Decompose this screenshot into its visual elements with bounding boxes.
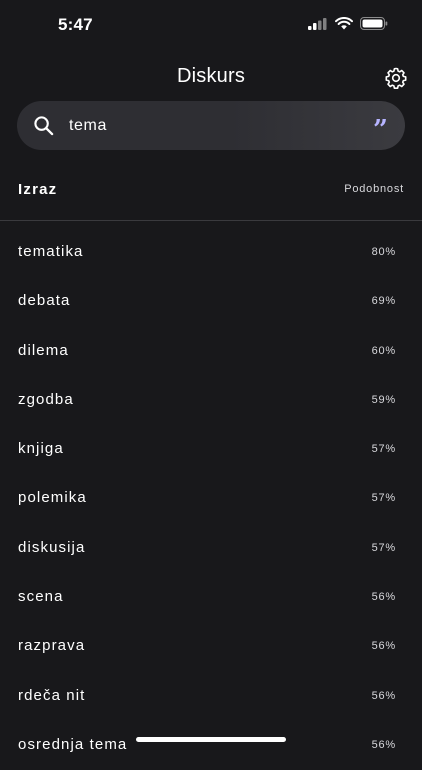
app-header: Diskurs [0, 62, 422, 92]
page-title: Diskurs [176, 65, 246, 87]
list-item[interactable]: razprava 56% [0, 622, 422, 671]
battery-icon [360, 17, 388, 30]
result-term: tematika [18, 243, 84, 260]
result-score: 60% [371, 344, 396, 357]
result-score: 57% [371, 541, 396, 554]
result-term: diskusija [18, 538, 86, 556]
list-item[interactable]: osrednja tema 56% [0, 721, 422, 770]
result-score: 57% [371, 443, 396, 456]
status-bar: 5:47 [0, 0, 422, 52]
list-item[interactable]: dilema 60% [0, 327, 422, 376]
list-item[interactable]: knjiga 57% [0, 425, 422, 474]
result-term: knjiga [18, 440, 64, 458]
result-term: dilema [18, 341, 69, 359]
result-term: zgodba [18, 390, 74, 408]
result-score: 56% [371, 591, 396, 604]
column-headers: Izraz Podobnost [0, 178, 422, 202]
divider [0, 220, 422, 221]
list-item[interactable]: scena 56% [0, 573, 422, 622]
cellular-signal-icon [308, 17, 327, 30]
column-header-term[interactable]: Izraz [18, 181, 57, 198]
search-bar[interactable]: tema ” [17, 101, 405, 150]
search-input[interactable]: tema [69, 117, 107, 135]
result-score: 56% [371, 640, 396, 653]
gear-icon[interactable] [384, 66, 408, 90]
column-header-similarity[interactable]: Podobnost [344, 183, 404, 195]
result-score: 59% [371, 393, 396, 406]
search-icon [34, 116, 54, 136]
list-item[interactable]: zgodba 59% [0, 376, 422, 425]
wifi-icon [335, 17, 353, 30]
result-term: scena [18, 588, 64, 606]
list-item[interactable]: rdeča nit 56% [0, 672, 422, 721]
status-time: 5:47 [58, 15, 93, 34]
list-item[interactable]: diskusija 57% [0, 524, 422, 573]
quote-icon[interactable]: ” [373, 117, 388, 143]
result-score: 80% [371, 246, 396, 258]
result-score: 69% [371, 295, 396, 308]
result-term: debata [18, 292, 71, 310]
results-list: tematika 80% debata 69% dilema 60% zgodb… [0, 228, 422, 770]
result-score: 56% [371, 738, 396, 751]
list-item[interactable]: debata 69% [0, 277, 422, 326]
result-score: 57% [371, 492, 396, 505]
result-term: rdeča nit [18, 686, 86, 704]
result-term: polemika [18, 489, 87, 507]
result-term: razprava [18, 637, 86, 655]
list-item[interactable]: polemika 57% [0, 474, 422, 523]
list-item[interactable]: tematika 80% [0, 228, 422, 277]
result-score: 56% [371, 689, 396, 702]
status-icons [308, 17, 388, 30]
home-indicator[interactable] [136, 737, 286, 742]
result-term: osrednja tema [18, 735, 128, 753]
